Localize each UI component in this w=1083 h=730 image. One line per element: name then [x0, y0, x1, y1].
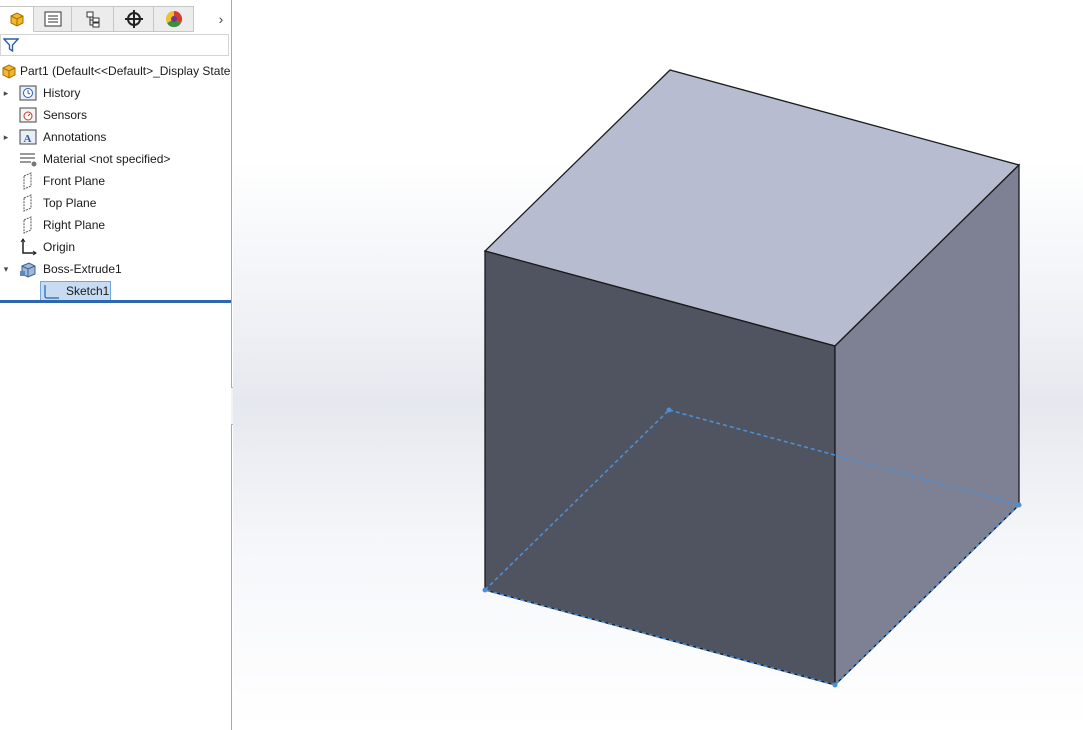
feature-manager-panel: › Part1 (Default<<Default>_Display State… [0, 0, 232, 730]
tree-item-top-plane[interactable]: Top Plane [0, 192, 232, 214]
tree-item-label: Right Plane [43, 218, 106, 232]
tree-root-label: Part1 (Default<<Default>_Display State [20, 64, 231, 78]
part-icon [2, 64, 16, 79]
dimxpert-tab[interactable] [114, 6, 154, 32]
tree-item-label: History [43, 86, 81, 100]
svg-text:A: A [24, 133, 32, 145]
tree-item-label: Top Plane [43, 196, 97, 210]
tree-item-sketch1[interactable]: Sketch1 [0, 280, 232, 302]
tree-item-annotations[interactable]: ▸ A Annotations [0, 126, 232, 148]
collapse-arrow-icon[interactable]: ▾ [1, 258, 11, 280]
propertymanager-tab[interactable] [34, 6, 72, 32]
material-icon [20, 153, 37, 167]
history-folder-icon [19, 85, 37, 101]
extrude-icon [20, 262, 36, 278]
sketch-icon [44, 285, 59, 299]
tree-item-sensors[interactable]: Sensors [0, 104, 232, 126]
configurationmanager-tab[interactable] [72, 6, 114, 32]
configuration-icon [86, 11, 99, 28]
tree-item-right-plane[interactable]: Right Plane [0, 214, 232, 236]
tree-item-label: Origin [43, 240, 76, 254]
plane-icon [23, 216, 32, 234]
expand-arrow-icon[interactable]: ▸ [1, 126, 11, 148]
origin-icon [20, 238, 37, 256]
sensors-icon [19, 107, 37, 123]
tree-root-part[interactable]: Part1 (Default<<Default>_Display State [0, 60, 232, 82]
manager-tabs: › [0, 6, 232, 33]
tree-item-label: Sensors [43, 108, 88, 122]
tree-item-history[interactable]: ▸ History [0, 82, 232, 104]
plane-icon [23, 172, 32, 190]
color-wheel-icon [165, 10, 182, 28]
graphics-viewport[interactable] [233, 0, 1083, 730]
filter-icon[interactable] [3, 37, 19, 53]
tree-item-boss-extrude1[interactable]: ▾ Boss-Extrude1 [0, 258, 232, 280]
displaymanager-tab[interactable] [154, 6, 194, 32]
tree-item-label: Boss-Extrude1 [43, 262, 122, 276]
tree-item-origin[interactable]: Origin [0, 236, 232, 258]
cube-model [482, 69, 1022, 688]
property-list-icon [44, 11, 61, 27]
tree-item-front-plane[interactable]: Front Plane [0, 170, 232, 192]
tree-filter-bar[interactable] [0, 34, 229, 56]
tree-item-label: Front Plane [43, 174, 106, 188]
expand-arrow-icon[interactable]: ▸ [1, 82, 11, 104]
part-icon [10, 12, 23, 27]
tabs-more-arrow[interactable]: › [212, 9, 230, 29]
crosshair-icon [124, 10, 143, 28]
featuremanager-tab[interactable] [0, 6, 34, 32]
plane-icon [23, 194, 32, 212]
tree-item-label: Annotations [43, 130, 107, 144]
tree-item-label: Material <not specified> [43, 152, 171, 166]
annotations-icon: A [19, 129, 37, 145]
rollback-bar[interactable] [0, 300, 231, 303]
tree-item-material[interactable]: Material <not specified> [0, 148, 232, 170]
